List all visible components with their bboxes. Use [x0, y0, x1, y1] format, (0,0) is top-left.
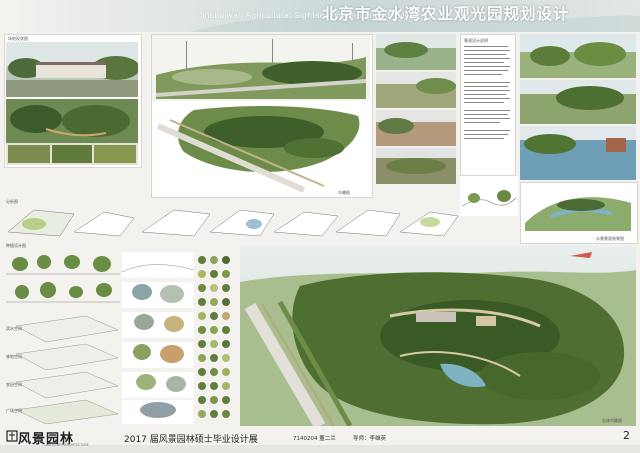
aerial-strip: [152, 35, 370, 101]
planting-label: 种植设计图: [6, 243, 26, 248]
student-info: 7140204 董二兰: [293, 436, 336, 442]
layer-label-c: 农田空间: [6, 382, 22, 387]
plan-caption: 鸟瞰图: [338, 190, 350, 195]
waterfront-render: [521, 183, 635, 235]
waterfront-caption: 水景景观效果图: [596, 236, 624, 241]
layer-label-b: 林地空间: [6, 354, 22, 359]
overview-plan: [154, 102, 368, 194]
mentor-info: 导师：李雄英: [353, 436, 387, 442]
photo-grid: [376, 34, 456, 184]
logo-subtitle: LANDSCAPE ARCHITECTURE: [44, 443, 89, 447]
layer-label-d: 广场空间: [6, 408, 22, 413]
plant-sketches: [122, 252, 194, 424]
right-photos: [520, 34, 636, 180]
planting-sections: [6, 255, 120, 303]
title-chinese: 北京市金水湾农业观光园规划设计: [322, 5, 570, 23]
footer-band: [0, 445, 640, 453]
analysis-diagrams: [4, 204, 460, 240]
site-photo-2: [6, 99, 138, 165]
exhibition-title: 2017 届风景园林硕士毕业设计展: [124, 435, 258, 445]
main-aerial-caption: 总体鸟瞰图: [602, 418, 622, 423]
description-text-lines: [464, 46, 510, 139]
layer-label-a: 滨水空间: [6, 326, 22, 331]
description-title: 景观设计说明: [464, 38, 488, 43]
main-aerial-render: [240, 246, 636, 426]
page-number: 2: [623, 429, 630, 442]
layered-diagram: [15, 315, 119, 424]
section-sketch: [460, 176, 518, 216]
logo-icon: [6, 430, 18, 442]
plant-swatches: [198, 256, 230, 418]
site-photo-1: [6, 42, 138, 97]
